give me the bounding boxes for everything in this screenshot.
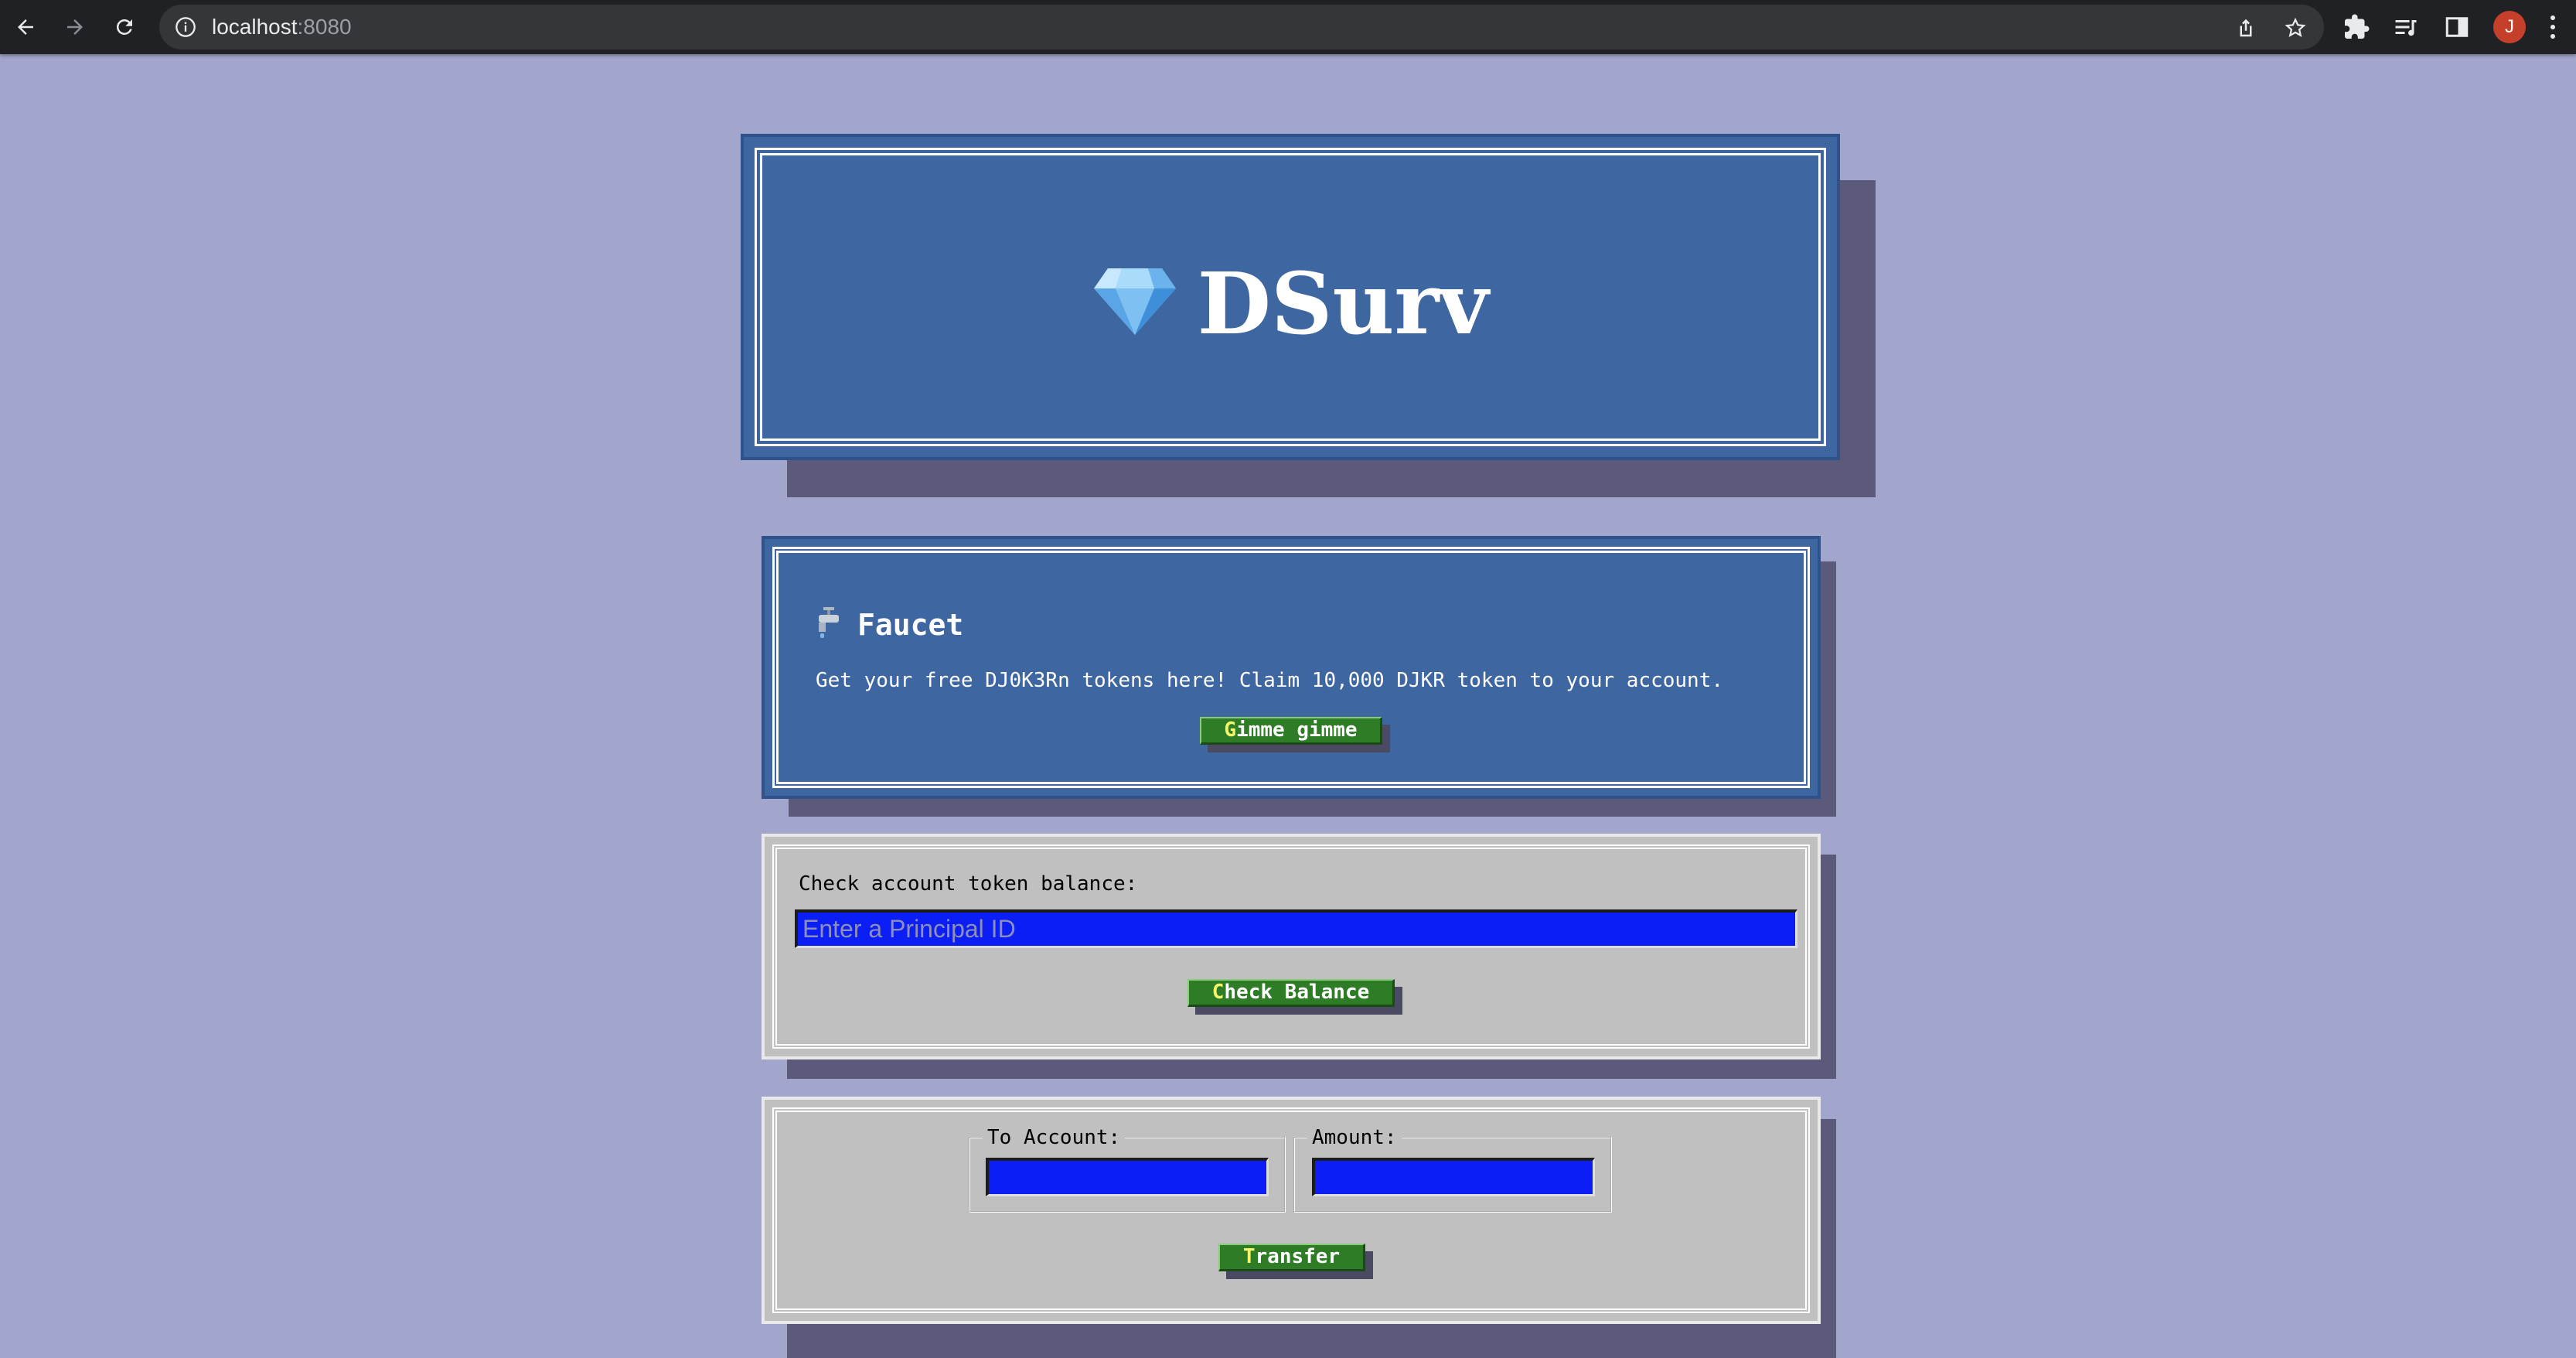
share-icon[interactable] [2234, 16, 2257, 39]
faucet-panel: Faucet Get your free DJ0K3Rn tokens here… [762, 536, 1821, 799]
arrow-right-icon [67, 19, 83, 35]
gimme-gimme-button[interactable]: Gimme gimme [1200, 717, 1382, 745]
kebab-menu-icon[interactable] [2548, 13, 2557, 41]
faucet-heading: Faucet [816, 606, 963, 642]
amount-input[interactable] [1312, 1158, 1595, 1196]
extensions-puzzle-icon[interactable] [2343, 13, 2370, 41]
forward-button[interactable] [59, 11, 91, 43]
to-account-label: To Account: [987, 1126, 1121, 1149]
url-host: localhost [212, 15, 298, 39]
faucet-icon [819, 607, 839, 638]
bookmark-star-icon[interactable] [2284, 16, 2307, 39]
header-banner-frame: DSurv [755, 148, 1826, 446]
button-label: imme gimme [1236, 718, 1358, 742]
gem-icon [1093, 268, 1176, 335]
transfer-panel-frame [772, 1107, 1810, 1313]
header-banner: DSurv [741, 134, 1840, 460]
browser-toolbar: localhost:8080 J [0, 0, 2576, 54]
faucet-panel-frame: Faucet Get your free DJ0K3Rn tokens here… [772, 547, 1810, 788]
transfer-panel [762, 1097, 1821, 1324]
url-text: localhost:8080 [212, 5, 352, 49]
reload-button[interactable] [108, 11, 141, 43]
reload-icon [116, 19, 132, 35]
balance-label: Check account token balance: [799, 872, 1138, 896]
check-balance-button[interactable]: Check Balance [1187, 979, 1395, 1007]
to-account-input[interactable] [986, 1158, 1269, 1196]
principal-id-input[interactable] [795, 909, 1797, 948]
page-title: DSurv [762, 258, 1818, 350]
button-label: heck Balance [1224, 981, 1370, 1004]
button-label: ransfer [1255, 1245, 1341, 1268]
url-port: :8080 [297, 15, 352, 39]
arrow-left-icon [18, 19, 33, 35]
transfer-button[interactable]: Transfer [1218, 1244, 1365, 1271]
faucet-description: Get your free DJ0K3Rn tokens here! Claim… [816, 669, 1723, 692]
info-icon[interactable] [175, 16, 196, 38]
profile-avatar[interactable]: J [2493, 11, 2526, 43]
amount-label: Amount: [1312, 1126, 1397, 1149]
button-accesskey: C [1211, 981, 1225, 1004]
side-panel-icon[interactable] [2443, 13, 2471, 41]
app-name: DSurv [1197, 254, 1489, 353]
button-accesskey: T [1242, 1245, 1256, 1268]
address-bar[interactable]: localhost:8080 [159, 5, 2324, 49]
faucet-title: Faucet [857, 608, 964, 642]
button-accesskey: G [1224, 718, 1237, 742]
media-queue-icon[interactable] [2392, 13, 2420, 41]
back-button[interactable] [9, 11, 42, 43]
